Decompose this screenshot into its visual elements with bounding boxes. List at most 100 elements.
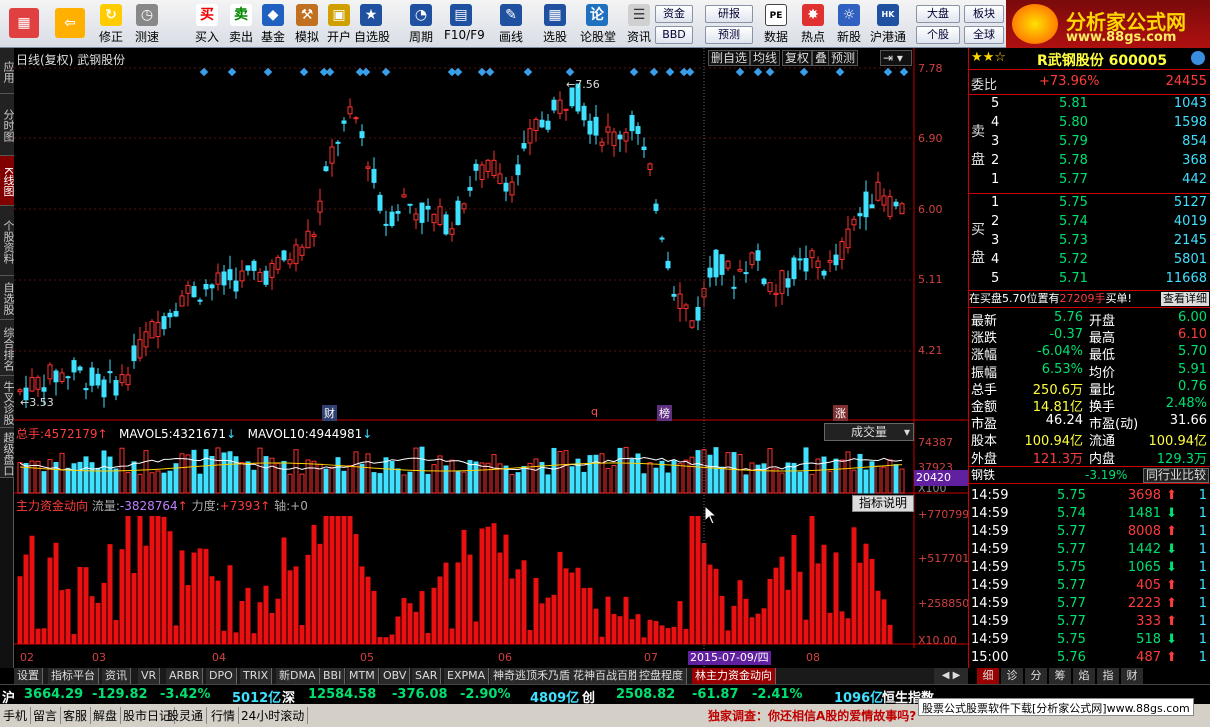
status-item-2[interactable]: 客服 <box>60 707 92 724</box>
indicator-help-button[interactable]: 指标说明 <box>852 495 914 512</box>
left-tab-4[interactable]: 自选股 <box>0 276 15 320</box>
fund-button[interactable]: ◆ 基金 <box>256 2 290 46</box>
status-item-3[interactable]: 解盘 <box>90 707 122 724</box>
indicator-tab-8[interactable]: BBI <box>320 668 346 684</box>
indicator-tab-12[interactable]: EXPMA <box>444 668 490 684</box>
indicator-tab-10[interactable]: OBV <box>380 668 411 684</box>
hammer-button[interactable]: ⚒ 模拟 <box>290 2 324 46</box>
sector-compare-button[interactable]: 同行业比较 <box>1142 468 1209 483</box>
back-button[interactable]: ⇦ <box>50 2 90 46</box>
right-tab-2[interactable]: 分 <box>1025 668 1047 684</box>
asks-row[interactable]: 4 5.80 1598 <box>969 115 1210 133</box>
left-tab-2[interactable]: K线图 <box>0 156 15 206</box>
clock-button[interactable]: ◷ 测速 <box>130 2 164 46</box>
fund-flow-button[interactable]: 资金 <box>655 5 693 23</box>
lock-button[interactable]: ▣ 开户 <box>322 2 356 46</box>
indicator-tab-11[interactable]: SAR <box>412 668 442 684</box>
volume-bar <box>731 452 737 494</box>
right-tab-5[interactable]: 指 <box>1097 668 1119 684</box>
pen-button[interactable]: ✎ 画线 <box>494 2 528 46</box>
indicator-tab-7[interactable]: 新DMA <box>276 668 320 684</box>
flow-bar <box>749 617 755 644</box>
ipo-button[interactable]: ☼ 新股 <box>833 2 865 46</box>
bbd-button[interactable]: BBD <box>655 26 693 44</box>
indicator-tab-9[interactable]: MTM <box>346 668 379 684</box>
right-tab-6[interactable]: 财 <box>1121 668 1143 684</box>
star-button[interactable]: ★ 自选股 <box>354 2 390 46</box>
indicator-tab-6[interactable]: TRIX <box>240 668 273 684</box>
header-btn-1[interactable]: 均线 <box>750 50 781 66</box>
globe-icon[interactable] <box>1191 51 1205 65</box>
tab-scroll-arrows[interactable]: ◀ ▶ <box>934 668 968 684</box>
sell-button[interactable]: 卖卖出 <box>224 2 258 46</box>
status-item-6[interactable]: 行情 <box>208 707 240 724</box>
sector-button[interactable]: 板块 <box>964 5 1004 23</box>
news-button[interactable]: ☰ 资讯 <box>622 2 656 46</box>
left-tab-1[interactable]: 分时图 <box>0 94 15 156</box>
asks-row[interactable]: 3 5.79 854 <box>969 134 1210 152</box>
bids-row[interactable]: 1 5.75 5127 <box>969 195 1210 213</box>
left-tab-7[interactable]: 超级盘口 <box>0 428 15 478</box>
forum-button[interactable]: 论论股堂 <box>580 2 616 46</box>
hk-connect-button[interactable]: HK 沪港通 <box>868 2 908 46</box>
limit-mark[interactable]: 涨 <box>833 405 848 421</box>
indicator-tab-1[interactable]: 指标平台 <box>48 668 99 684</box>
status-item-7[interactable]: 24小时滚动 <box>238 707 309 724</box>
hot-button[interactable]: ✸ 热点 <box>797 2 829 46</box>
indicator-tab-2[interactable]: 资讯 <box>102 668 131 684</box>
indicator-tab-3[interactable]: VR <box>138 668 161 684</box>
indicator-tab-4[interactable]: ARBR <box>166 668 204 684</box>
view-detail-button[interactable]: 查看详细 <box>1161 292 1209 306</box>
buy-button[interactable]: 买买入 <box>190 2 224 46</box>
right-tab-0[interactable]: 细 <box>977 668 999 684</box>
indicator-tab-0[interactable]: 设置 <box>14 668 43 684</box>
asks-row[interactable]: 5 5.81 1043 <box>969 96 1210 114</box>
status-item-5[interactable]: 股灵通 <box>164 707 208 724</box>
logo-button[interactable]: ▦ <box>4 2 44 46</box>
volume-bar <box>227 451 233 494</box>
cycle-button[interactable]: ◔ 周期 <box>404 2 438 46</box>
indicator-tab-15[interactable]: 控盘程度 <box>636 668 687 684</box>
bids-row[interactable]: 3 5.73 2145 <box>969 233 1210 251</box>
research-button[interactable]: 研报 <box>705 5 753 23</box>
candle <box>659 237 665 240</box>
refresh-button[interactable]: ↻ 修正 <box>94 2 128 46</box>
rank-mark[interactable]: 榜 <box>657 405 672 421</box>
kline-chart[interactable] <box>14 48 968 668</box>
left-tab-5[interactable]: 综合排名 <box>0 320 15 376</box>
f10-button[interactable]: ▤ F10/F9 <box>444 2 485 46</box>
right-tab-1[interactable]: 诊 <box>1001 668 1023 684</box>
bids-row[interactable]: 4 5.72 5801 <box>969 252 1210 270</box>
status-item-0[interactable]: 手机 <box>0 707 32 724</box>
global-button[interactable]: 全球 <box>964 26 1004 44</box>
header-btn-2[interactable]: 复权 <box>782 50 813 66</box>
indicator-tab-5[interactable]: DPO <box>206 668 237 684</box>
data-button[interactable]: PE 数据 <box>760 2 792 46</box>
forecast-button[interactable]: 预测 <box>705 26 753 44</box>
header-btn-4[interactable]: 预测 <box>828 50 859 66</box>
pin-icon[interactable]: ⇥ ▾ <box>880 50 912 66</box>
ad-banner[interactable]: 股票公式股票软件下载[分析家公式网]www.88gs.com <box>918 698 1194 716</box>
bids-row[interactable]: 5 5.71 11668 <box>969 271 1210 289</box>
stock-button[interactable]: 个股 <box>916 26 960 44</box>
indicator-tab-14[interactable]: 花神百战百胜 <box>570 668 643 684</box>
bids-row[interactable]: 2 5.74 4019 <box>969 214 1210 232</box>
q-mark[interactable]: q <box>591 405 598 418</box>
right-tab-4[interactable]: 焰 <box>1073 668 1095 684</box>
news-ticker[interactable]: 独家调查：你还相信A股的爱情故事吗? <box>708 707 916 724</box>
header-btn-0[interactable]: 删自选 <box>708 50 751 66</box>
asks-row[interactable]: 2 5.78 368 <box>969 153 1210 171</box>
asks-row[interactable]: 1 5.77 442 <box>969 172 1210 190</box>
right-tab-3[interactable]: 筹 <box>1049 668 1071 684</box>
status-item-1[interactable]: 留言 <box>30 707 62 724</box>
left-tab-0[interactable]: 应用 <box>0 48 15 94</box>
left-tab-6[interactable]: 牛叉诊股 <box>0 376 15 428</box>
market-button[interactable]: 大盘 <box>916 5 960 23</box>
indicator-tab-16[interactable]: 林主力资金动向 <box>692 668 776 684</box>
finance-mark[interactable]: 财 <box>322 405 337 421</box>
toolbar: ▦ ⇦ ↻ 修正 ◷ 测速买买入卖卖出 ◆ 基金 ⚒ 模拟 ▣ 开户 ★ 自选股 ◔ 周期 ▤ F10/F9 ✎ 画线… <box>0 0 1210 48</box>
indicator-select[interactable]: 成交量 ▾ <box>824 423 914 441</box>
left-tab-3[interactable]: 个股资料 <box>0 206 15 276</box>
date-tick: 02 <box>20 651 34 664</box>
select-button[interactable]: ▦ 选股 <box>538 2 572 46</box>
